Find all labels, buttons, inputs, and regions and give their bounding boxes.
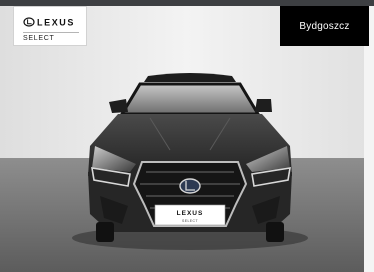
right-tire bbox=[266, 222, 284, 242]
dealer-city-badge: Bydgoszcz bbox=[280, 6, 369, 46]
brand-logo-card: LEXUS SELECT bbox=[13, 6, 87, 46]
left-tire bbox=[96, 222, 114, 242]
plate-wordmark: LEXUS bbox=[177, 210, 204, 217]
listing-photo: LEXUS SELECT LEXUS SELECT Bydgoszcz bbox=[0, 0, 374, 272]
right-mirror bbox=[255, 99, 272, 112]
lexus-wordmark: LEXUS bbox=[37, 18, 75, 28]
logo-divider bbox=[23, 32, 79, 33]
select-label: SELECT bbox=[23, 35, 55, 42]
lexus-logo-oval bbox=[23, 17, 35, 27]
plate-tier: SELECT bbox=[182, 219, 198, 223]
lexus-emblem bbox=[179, 178, 201, 194]
windshield bbox=[122, 84, 258, 114]
lexus-logo: LEXUS bbox=[23, 17, 75, 28]
lexus-logo-l bbox=[27, 19, 32, 25]
